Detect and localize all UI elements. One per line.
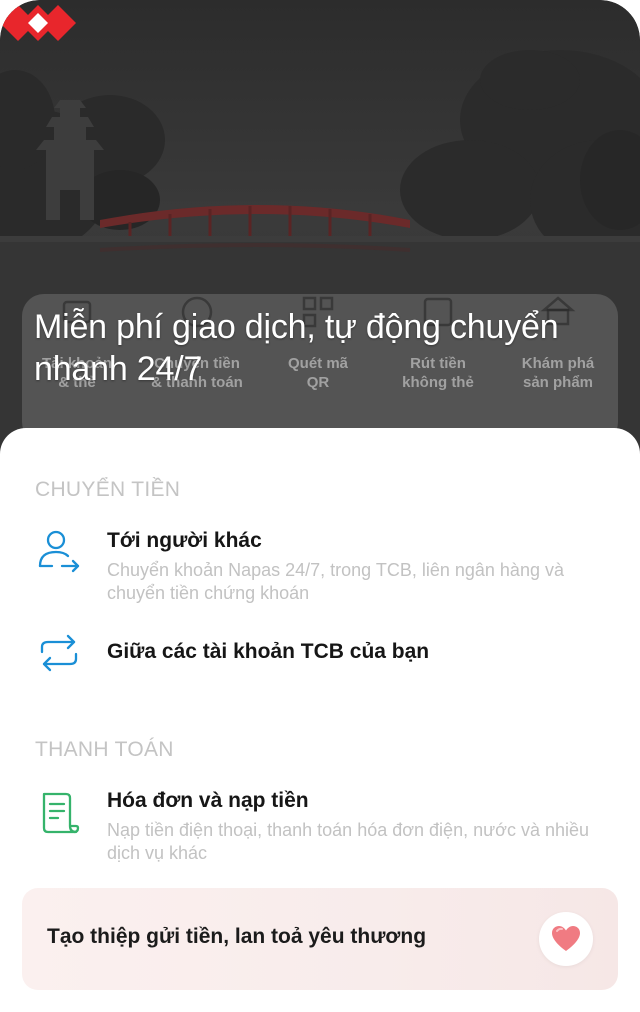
menu-item-bills-topup[interactable]: Hóa đơn và nạp tiền Nạp tiền điện thoại,… — [0, 782, 640, 872]
swap-arrows-icon — [40, 634, 78, 672]
menu-item-between-accounts[interactable]: Giữa các tài khoản TCB của bạn — [0, 628, 640, 678]
section-title-transfer: CHUYỂN TIỀN — [35, 478, 181, 501]
menu-item-title: Tới người khác — [107, 529, 262, 552]
heart-button[interactable] — [539, 912, 593, 966]
app-screen: Tài khoản & thẻ Chuyển tiền & thanh toán… — [0, 0, 640, 1012]
person-transfer-icon — [38, 530, 80, 573]
menu-item-subtitle: Chuyển khoản Napas 24/7, trong TCB, liên… — [107, 560, 564, 603]
transfer-bottom-sheet: CHUYỂN TIỀN Tới người khác Chuyển khoản … — [0, 428, 640, 1012]
menu-item-subtitle: Nạp tiền điện thoại, thanh toán hóa đơn … — [107, 820, 590, 863]
promo-text: Tạo thiệp gửi tiền, lan toả yêu thương — [47, 925, 427, 948]
menu-item-title: Hóa đơn và nạp tiền — [107, 789, 309, 812]
heart-icon — [552, 926, 580, 951]
section-title-payment: THANH TOÁN — [35, 738, 174, 761]
hero-background: Tài khoản & thẻ Chuyển tiền & thanh toán… — [0, 0, 640, 470]
bill-icon — [42, 792, 80, 834]
menu-item-to-others[interactable]: Tới người khác Chuyển khoản Napas 24/7, … — [0, 522, 640, 612]
techcombank-logo — [0, 5, 76, 41]
gift-card-promo-banner[interactable]: Tạo thiệp gửi tiền, lan toả yêu thương — [22, 888, 618, 990]
hero-title: Miễn phí giao dịch, tự động chuyển nhanh… — [34, 308, 559, 388]
menu-item-title: Giữa các tài khoản TCB của bạn — [107, 640, 430, 663]
